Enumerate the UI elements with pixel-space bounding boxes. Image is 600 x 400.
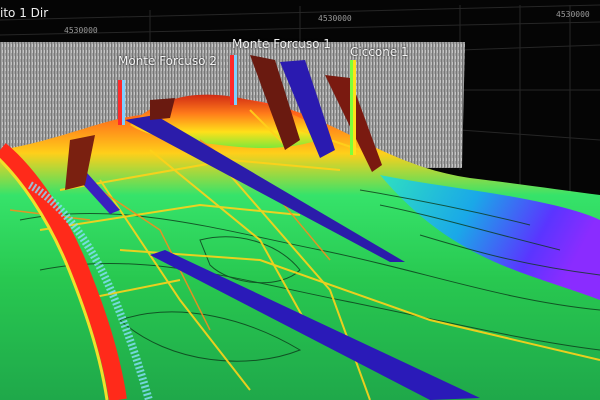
axis-tick-label: 4530000 <box>64 26 98 35</box>
well-label-monte-forcuso-1[interactable]: Monte Forcuso 1 <box>232 37 331 51</box>
seismic-scene[interactable] <box>0 0 600 400</box>
3d-viewport[interactable]: ito 1 Dir 4530000 4530000 4530000 Monte … <box>0 0 600 400</box>
view-title: ito 1 Dir <box>0 6 49 20</box>
well-label-ciccone-1[interactable]: Ciccone 1 <box>350 45 409 59</box>
well-label-monte-forcuso-2[interactable]: Monte Forcuso 2 <box>118 54 217 68</box>
axis-tick-label: 4530000 <box>556 10 590 19</box>
axis-tick-label: 4530000 <box>318 14 352 23</box>
